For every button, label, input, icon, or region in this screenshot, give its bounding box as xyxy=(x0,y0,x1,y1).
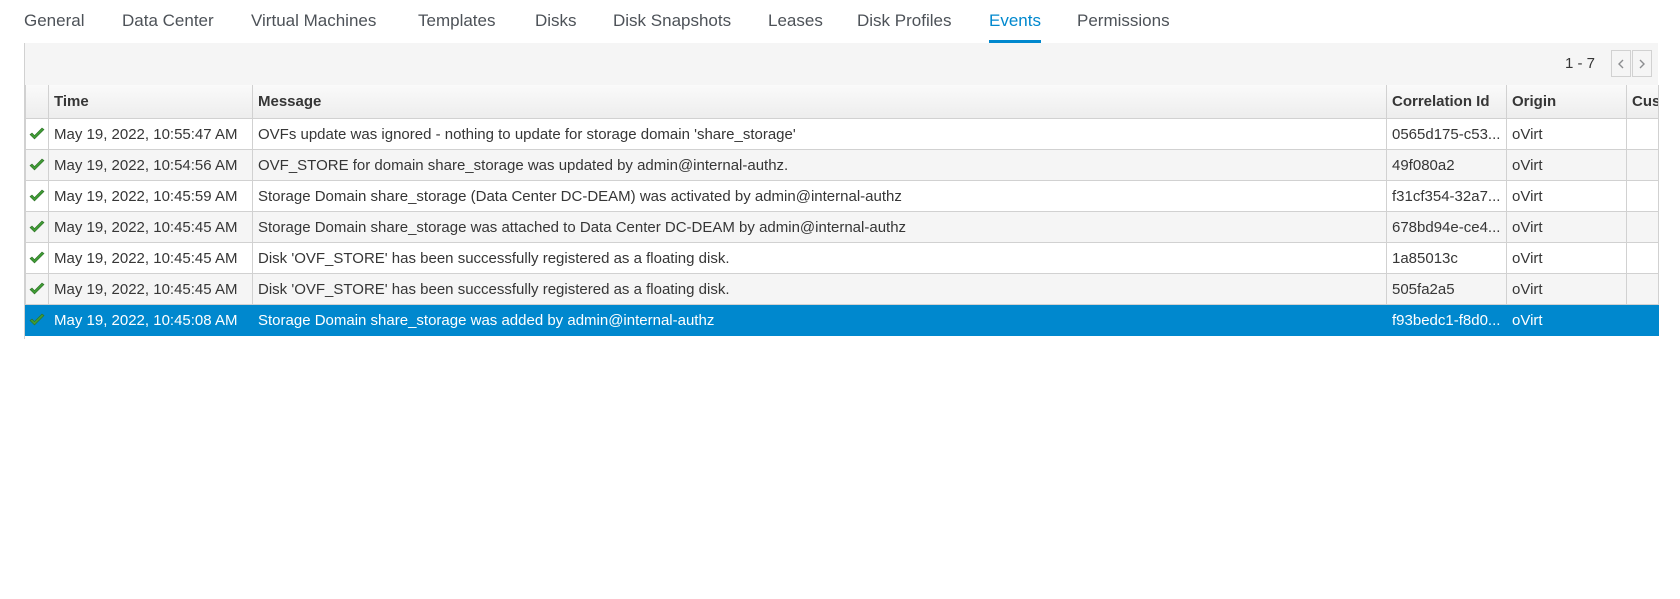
status-cell xyxy=(25,211,49,243)
event-message: Disk 'OVF_STORE' has been successfully r… xyxy=(252,273,1387,305)
event-origin: oVirt xyxy=(1506,118,1627,150)
tab-virtual-machines[interactable]: Virtual Machines xyxy=(251,0,376,43)
event-correlation-id: 678bd94e-ce4... xyxy=(1386,211,1507,243)
event-message: Disk 'OVF_STORE' has been successfully r… xyxy=(252,242,1387,274)
tab-disk-snapshots[interactable]: Disk Snapshots xyxy=(613,0,731,43)
table-row[interactable]: May 19, 2022, 10:55:47 AM OVFs update wa… xyxy=(25,118,1659,150)
event-custom-id xyxy=(1626,273,1659,305)
status-cell xyxy=(25,242,49,274)
tab-leases[interactable]: Leases xyxy=(768,0,823,43)
next-page-button[interactable] xyxy=(1632,50,1652,77)
chevron-left-icon xyxy=(1618,59,1624,69)
event-time: May 19, 2022, 10:55:47 AM xyxy=(48,118,253,150)
event-origin: oVirt xyxy=(1506,180,1627,212)
event-time: May 19, 2022, 10:45:08 AM xyxy=(48,304,253,336)
event-origin: oVirt xyxy=(1506,211,1627,243)
table-row[interactable]: May 19, 2022, 10:45:45 AM Disk 'OVF_STOR… xyxy=(25,273,1659,305)
table-row[interactable]: May 19, 2022, 10:45:45 AM Storage Domain… xyxy=(25,211,1659,243)
event-custom-id xyxy=(1626,211,1659,243)
column-header-time[interactable]: Time xyxy=(48,85,253,119)
column-header-custom-event-id[interactable]: Cus xyxy=(1626,85,1659,119)
chevron-right-icon xyxy=(1639,59,1645,69)
event-custom-id xyxy=(1626,118,1659,150)
events-table: Time Message Correlation Id Origin Cus M… xyxy=(25,85,1659,336)
event-time: May 19, 2022, 10:45:59 AM xyxy=(48,180,253,212)
event-correlation-id: 1a85013c xyxy=(1386,242,1507,274)
check-icon xyxy=(29,158,45,171)
table-row[interactable]: May 19, 2022, 10:45:59 AM Storage Domain… xyxy=(25,180,1659,212)
tab-templates[interactable]: Templates xyxy=(418,0,495,43)
table-header-row: Time Message Correlation Id Origin Cus xyxy=(25,85,1659,119)
status-cell xyxy=(25,149,49,181)
event-time: May 19, 2022, 10:45:45 AM xyxy=(48,273,253,305)
check-icon xyxy=(29,251,45,264)
check-icon xyxy=(29,282,45,295)
events-panel: 1 - 7 Time Message Correlation Id Origin… xyxy=(24,43,1659,339)
column-header-message[interactable]: Message xyxy=(252,85,1387,119)
event-correlation-id: 0565d175-c53... xyxy=(1386,118,1507,150)
table-row[interactable]: May 19, 2022, 10:54:56 AM OVF_STORE for … xyxy=(25,149,1659,181)
check-icon xyxy=(29,127,45,140)
check-icon xyxy=(29,220,45,233)
event-origin: oVirt xyxy=(1506,242,1627,274)
tab-disk-profiles[interactable]: Disk Profiles xyxy=(857,0,951,43)
tab-permissions[interactable]: Permissions xyxy=(1077,0,1170,43)
status-cell xyxy=(25,273,49,305)
table-row-selected[interactable]: May 19, 2022, 10:45:08 AM Storage Domain… xyxy=(25,304,1659,336)
event-origin: oVirt xyxy=(1506,273,1627,305)
event-correlation-id: f31cf354-32a7... xyxy=(1386,180,1507,212)
pagination-range: 1 - 7 xyxy=(1564,55,1595,72)
event-message: Storage Domain share_storage was added b… xyxy=(252,304,1387,336)
event-correlation-id: 49f080a2 xyxy=(1386,149,1507,181)
check-icon xyxy=(29,189,45,202)
event-message: Storage Domain share_storage was attache… xyxy=(252,211,1387,243)
tab-disks[interactable]: Disks xyxy=(535,0,577,43)
column-header-correlation-id[interactable]: Correlation Id xyxy=(1386,85,1507,119)
tab-general[interactable]: General xyxy=(24,0,84,43)
event-custom-id xyxy=(1626,180,1659,212)
tab-events[interactable]: Events xyxy=(989,0,1041,43)
event-time: May 19, 2022, 10:54:56 AM xyxy=(48,149,253,181)
column-header-origin[interactable]: Origin xyxy=(1506,85,1627,119)
event-correlation-id: 505fa2a5 xyxy=(1386,273,1507,305)
event-message: OVF_STORE for domain share_storage was u… xyxy=(252,149,1387,181)
event-origin: oVirt xyxy=(1506,304,1627,336)
tab-data-center[interactable]: Data Center xyxy=(122,0,214,43)
subtab-bar: General Data Center Virtual Machines Tem… xyxy=(0,0,1680,43)
event-time: May 19, 2022, 10:45:45 AM xyxy=(48,242,253,274)
status-cell xyxy=(25,118,49,150)
event-time: May 19, 2022, 10:45:45 AM xyxy=(48,211,253,243)
check-icon xyxy=(29,313,45,326)
event-message: Storage Domain share_storage (Data Cente… xyxy=(252,180,1387,212)
table-row[interactable]: May 19, 2022, 10:45:45 AM Disk 'OVF_STOR… xyxy=(25,242,1659,274)
pagination-toolbar: 1 - 7 xyxy=(25,43,1658,86)
previous-page-button[interactable] xyxy=(1611,50,1631,77)
event-custom-id xyxy=(1626,242,1659,274)
event-message: OVFs update was ignored - nothing to upd… xyxy=(252,118,1387,150)
event-custom-id xyxy=(1626,304,1659,336)
event-custom-id xyxy=(1626,149,1659,181)
column-header-status[interactable] xyxy=(25,85,49,119)
event-origin: oVirt xyxy=(1506,149,1627,181)
status-cell xyxy=(25,180,49,212)
event-correlation-id: f93bedc1-f8d0... xyxy=(1386,304,1507,336)
status-cell xyxy=(25,304,49,336)
